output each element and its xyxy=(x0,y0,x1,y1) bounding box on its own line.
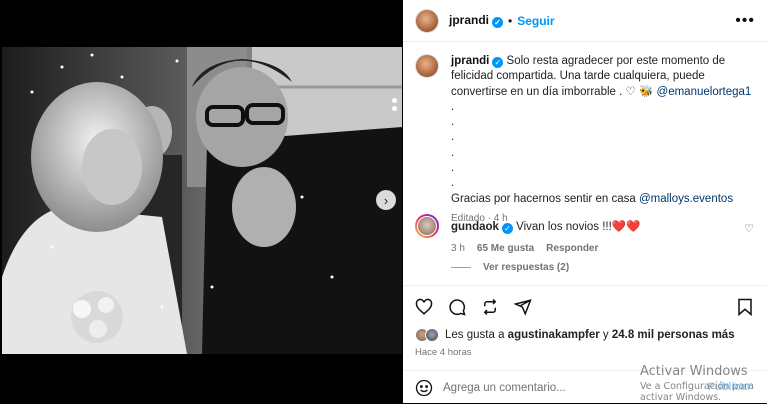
caption-author-username[interactable]: jprandi xyxy=(451,55,489,67)
instagram-post-modal: › jprandi ✓ • Seguir ••• jprandi ✓ Solo re… xyxy=(0,0,767,403)
comment-time: 3 h xyxy=(451,243,465,254)
post-caption: jprandi ✓ Solo resta agradecer por este m… xyxy=(415,54,755,226)
likes-text[interactable]: Les gusta a agustinakampfer y 24.8 mil p… xyxy=(445,329,735,341)
share-send-icon[interactable] xyxy=(514,298,532,316)
repost-icon[interactable] xyxy=(481,298,499,316)
comment-input[interactable] xyxy=(443,381,663,394)
comment-item: gundaok ✓ Vivan los novios !!!❤️❤️ 3 h 65… xyxy=(415,214,755,254)
caption-author-avatar[interactable] xyxy=(415,54,439,78)
comment-body: gundaok ✓ Vivan los novios !!!❤️❤️ 3 h 65… xyxy=(451,214,741,254)
caption-dot-line: . xyxy=(451,177,455,190)
commenter-username[interactable]: gundaok xyxy=(451,221,499,233)
caption-dot-line: . xyxy=(451,146,455,159)
post-details-panel: jprandi ✓ • Seguir ••• jprandi ✓ Solo rest… xyxy=(403,0,767,403)
caption-dot-line: . xyxy=(451,131,455,144)
comment-like-heart-icon[interactable]: ♡ xyxy=(744,222,754,235)
carousel-side-dots xyxy=(392,98,397,111)
mention-link[interactable]: @emanuelortega1 xyxy=(657,86,752,98)
mention-link[interactable]: @malloys.eventos xyxy=(639,193,733,205)
bookmark-icon[interactable] xyxy=(737,298,753,316)
comment-meta: 3 h 65 Me gusta Responder xyxy=(451,243,741,254)
caption-thanks-text: Gracias por hacernos sentir en casa xyxy=(451,192,636,205)
caption-dot-line: . xyxy=(451,116,455,129)
verified-badge-icon: ✓ xyxy=(501,223,513,234)
verified-badge-icon: ✓ xyxy=(492,57,504,68)
post-media-panel: › xyxy=(0,0,402,403)
watermark-subtitle: Ve a Configuración para activar Windows. xyxy=(640,381,754,403)
reply-button[interactable]: Responder xyxy=(546,243,598,254)
chevron-right-icon: › xyxy=(383,192,389,208)
likes-summary: Les gusta a agustinakampfer y 24.8 mil p… xyxy=(415,328,735,342)
view-replies-label: Ver respuestas (2) xyxy=(483,262,570,273)
post-photo[interactable] xyxy=(2,47,402,354)
caption-dot-line: . xyxy=(451,100,455,113)
view-replies-button[interactable]: Ver respuestas (2) xyxy=(451,262,569,273)
like-heart-icon[interactable] xyxy=(415,298,433,316)
comment-text: Vivan los novios !!!❤️❤️ xyxy=(516,221,641,233)
caption-text-block: jprandi ✓ Solo resta agradecer por este m… xyxy=(451,54,755,226)
comment-likes[interactable]: 65 Me gusta xyxy=(477,243,534,254)
wedding-photo-image xyxy=(2,47,402,354)
follow-button[interactable]: Seguir xyxy=(517,14,554,28)
replies-divider xyxy=(451,267,471,268)
header-separator: • xyxy=(508,13,513,28)
liker-avatar[interactable] xyxy=(425,328,439,342)
next-slide-button[interactable]: › xyxy=(376,190,396,210)
verified-badge-icon: ✓ xyxy=(492,17,504,28)
commenter-avatar[interactable] xyxy=(415,214,439,238)
action-icons xyxy=(415,298,532,316)
windows-activation-watermark: Activar Windows Ve a Configuración para … xyxy=(640,364,767,403)
author-username[interactable]: jprandi ✓ xyxy=(449,13,504,28)
author-avatar[interactable] xyxy=(415,8,439,33)
caption-dot-line: . xyxy=(451,162,455,175)
caption-dots: ...... xyxy=(451,100,755,192)
more-horizontal-icon[interactable]: ••• xyxy=(735,12,755,30)
emoji-icon[interactable] xyxy=(415,379,433,397)
post-header: jprandi ✓ • Seguir ••• xyxy=(403,0,767,42)
watermark-title: Activar Windows xyxy=(640,364,748,379)
post-timestamp: Hace 4 horas xyxy=(415,347,472,358)
comment-bubble-icon[interactable] xyxy=(448,298,466,316)
